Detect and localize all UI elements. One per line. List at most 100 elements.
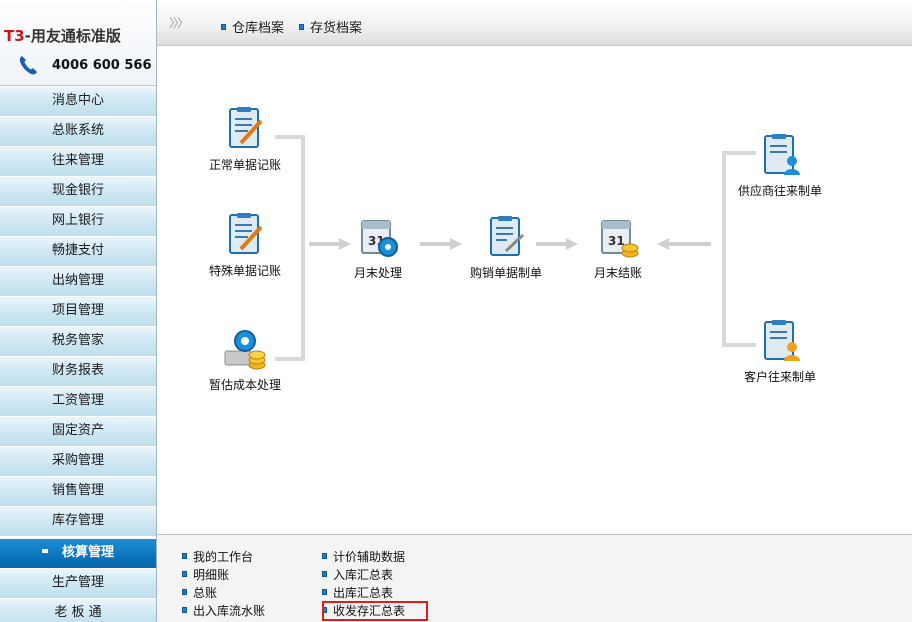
sidebar-item-label: 税务管家	[51, 333, 104, 348]
node-normal-bill-posting[interactable]: 正常单据记账	[195, 105, 295, 173]
warehouse-archive-link[interactable]: 仓库档案	[221, 17, 284, 36]
outbound-summary-link[interactable]: 出库汇总表	[322, 584, 393, 601]
sidebar-item-tax[interactable]: 税务管家	[0, 327, 156, 357]
bullet-icon	[182, 606, 187, 613]
node-label: 特殊单据记账	[208, 264, 281, 278]
sidebar-item-payroll[interactable]: 工资管理	[0, 387, 156, 417]
sidebar-item-label: 畅捷支付	[51, 243, 104, 258]
node-label: 客户往来制单	[743, 370, 816, 384]
phone-icon	[19, 56, 37, 75]
collapse-chevrons-icon[interactable]: 〉〉〉	[169, 14, 189, 31]
brand-product-name: -用友通标准版	[24, 27, 121, 45]
app-window: T3-用友通标准版 4006 600 566 消息中心 总账系统 往来管理 现金…	[0, 0, 912, 622]
active-bullet-icon	[41, 548, 48, 553]
link-label: 仓库档案	[232, 21, 285, 36]
calendar-close-icon: 31	[601, 220, 639, 258]
top-toolbar: 〉〉〉 仓库档案 存货档案	[157, 0, 912, 46]
sidebar-item-projects[interactable]: 项目管理	[0, 297, 156, 327]
inbound-summary-link[interactable]: 入库汇总表	[322, 566, 393, 583]
sidebar-item-label: 网上银行	[51, 213, 104, 228]
bullet-icon	[182, 552, 187, 559]
general-ledger-link[interactable]: 总账	[182, 584, 217, 601]
link-label: 计价辅助数据	[333, 550, 406, 564]
sidebar-item-label: 项目管理	[51, 303, 104, 318]
document-pen-icon	[229, 213, 263, 254]
sidebar-item-online-bank[interactable]: 网上银行	[0, 207, 156, 237]
inout-journal-link[interactable]: 出入库流水账	[182, 602, 265, 619]
sidebar-item-message-center[interactable]: 消息中心	[0, 87, 156, 117]
clipboard-pen-icon	[490, 216, 525, 256]
node-label: 供应商往来制单	[737, 184, 822, 198]
bullet-icon	[299, 23, 304, 30]
workflow-diagram: 正常单据记账 特殊单据记账 暂估成本处理 31 月末处理 购销单据制单 31 月…	[157, 47, 912, 534]
highlight-box	[322, 601, 428, 621]
brand-panel: T3-用友通标准版 4006 600 566	[0, 0, 156, 86]
sidebar-item-label: 出纳管理	[51, 273, 104, 288]
link-label: 存货档案	[310, 21, 363, 36]
node-label: 购销单据制单	[469, 266, 542, 280]
node-purchase-sales-voucher[interactable]: 购销单据制单	[451, 213, 561, 281]
clipboard-person-icon	[764, 134, 800, 175]
node-supplier-voucher[interactable]: 供应商往来制单	[726, 131, 834, 199]
sidebar-item-general-ledger[interactable]: 总账系统	[0, 117, 156, 147]
sidebar-item-label: 消息中心	[51, 93, 104, 108]
sidebar-item-label: 采购管理	[51, 453, 104, 468]
node-special-bill-posting[interactable]: 特殊单据记账	[195, 211, 295, 279]
sidebar-item-label: 生产管理	[51, 575, 104, 590]
sidebar-item-label: 固定资产	[51, 423, 104, 438]
bullet-icon	[182, 588, 187, 595]
bullet-icon	[322, 588, 327, 595]
node-estimate-cost[interactable]: 暂估成本处理	[195, 325, 295, 393]
sidebar-item-label: 老 板 通	[54, 605, 102, 620]
link-label: 入库汇总表	[333, 568, 394, 582]
detail-ledger-link[interactable]: 明细账	[182, 566, 229, 583]
sidebar-item-label: 销售管理	[51, 483, 104, 498]
bullet-icon	[182, 570, 187, 577]
my-workbench-link[interactable]: 我的工作台	[182, 548, 253, 565]
bullet-icon	[221, 23, 226, 30]
sidebar-item-costing[interactable]: 核算管理	[0, 537, 156, 569]
node-month-end-close[interactable]: 31 月末结账	[568, 213, 668, 281]
sidebar-item-quick-pay[interactable]: 畅捷支付	[0, 237, 156, 267]
sidebar-item-inventory[interactable]: 库存管理	[0, 507, 156, 537]
sidebar-item-label: 财务报表	[51, 363, 104, 378]
sidebar-nav: 消息中心 总账系统 往来管理 现金银行 网上银行 畅捷支付 出纳管理 项目管理 …	[0, 87, 156, 622]
gear-coins-icon	[224, 330, 266, 370]
sidebar-item-cashier[interactable]: 出纳管理	[0, 267, 156, 297]
stock-archive-link[interactable]: 存货档案	[299, 17, 362, 36]
node-label: 暂估成本处理	[208, 378, 281, 392]
link-label: 总账	[193, 586, 218, 600]
sidebar-item-sales[interactable]: 销售管理	[0, 477, 156, 507]
sidebar-item-receivables[interactable]: 往来管理	[0, 147, 156, 177]
bullet-icon	[322, 570, 327, 577]
brand-title: T3-用友通标准版	[4, 25, 121, 46]
sidebar-item-label: 总账系统	[51, 123, 104, 138]
sidebar-item-production[interactable]: 生产管理	[0, 569, 156, 599]
node-label: 正常单据记账	[208, 158, 281, 172]
link-label: 明细账	[193, 568, 230, 582]
brand-prefix: T3	[4, 27, 25, 45]
hotline-number: 4006 600 566	[52, 58, 152, 73]
svg-text:31: 31	[608, 234, 625, 248]
link-label: 出库汇总表	[333, 586, 394, 600]
node-customer-voucher[interactable]: 客户往来制单	[726, 317, 834, 385]
sidebar-item-cash-bank[interactable]: 现金银行	[0, 177, 156, 207]
node-month-end-process[interactable]: 31 月末处理	[328, 213, 428, 281]
node-label: 月末结账	[593, 266, 642, 280]
node-label: 月末处理	[353, 266, 402, 280]
document-pen-icon	[229, 107, 263, 148]
calendar-gear-icon: 31	[361, 220, 398, 257]
link-label: 出入库流水账	[193, 604, 266, 618]
sidebar-item-fixed-assets[interactable]: 固定资产	[0, 417, 156, 447]
link-label: 我的工作台	[193, 550, 254, 564]
sidebar-item-label: 工资管理	[51, 393, 104, 408]
sidebar-item-label: 核算管理	[61, 545, 114, 560]
pricing-aux-data-link[interactable]: 计价辅助数据	[322, 548, 405, 565]
report-links-panel: 我的工作台 明细账 总账 出入库流水账 计价辅助数据 入库汇总表 出库汇总表 收…	[157, 534, 912, 622]
clipboard-person-icon	[764, 320, 800, 361]
sidebar-item-boss[interactable]: 老 板 通	[0, 599, 156, 622]
sidebar-item-purchasing[interactable]: 采购管理	[0, 447, 156, 477]
sidebar-item-financial-reports[interactable]: 财务报表	[0, 357, 156, 387]
sidebar-item-label: 往来管理	[51, 153, 104, 168]
sidebar-item-label: 现金银行	[51, 183, 104, 198]
